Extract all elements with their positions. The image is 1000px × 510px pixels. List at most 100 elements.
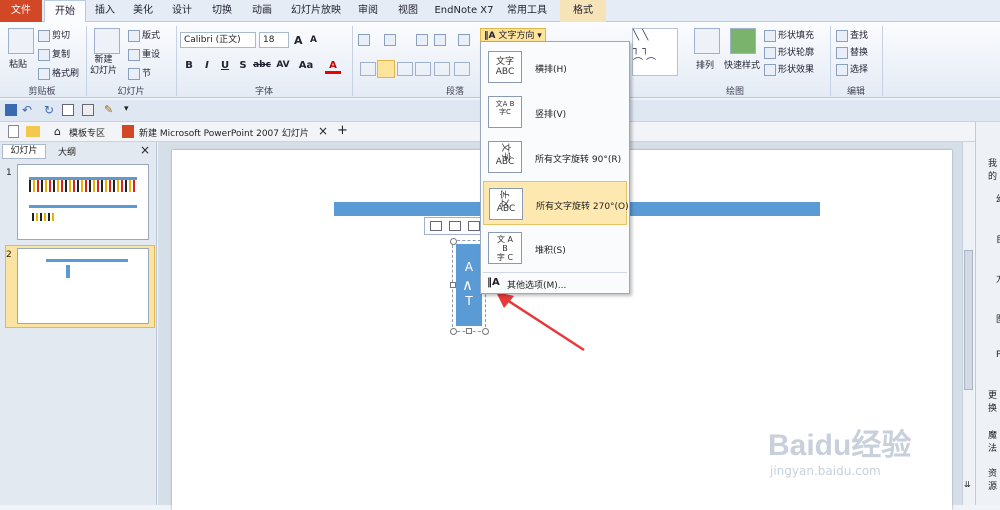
layout-icon: [128, 29, 140, 42]
bullets-button[interactable]: [358, 34, 372, 46]
distribute-button[interactable]: [434, 62, 450, 76]
vertical-scrollbar[interactable]: ⇊: [962, 142, 974, 505]
paste-button[interactable]: 粘贴: [9, 57, 27, 70]
shape-outline-button[interactable]: 形状轮廓: [764, 45, 814, 59]
print-icon[interactable]: [82, 104, 94, 116]
quick-styles-icon[interactable]: [730, 28, 756, 54]
page-down-icon[interactable]: ⇊: [964, 480, 971, 489]
group-label-slides: 幻灯片: [117, 87, 145, 97]
tab-design[interactable]: 设计: [166, 0, 198, 22]
add-tab-icon[interactable]: +: [337, 123, 348, 138]
tab-slideshow[interactable]: 幻灯片放映: [286, 0, 346, 22]
find-button[interactable]: 查找: [836, 28, 868, 42]
shape-fill-button[interactable]: 形状填充: [764, 28, 814, 42]
tab-home[interactable]: 开始: [44, 0, 86, 23]
arrange-button[interactable]: 排列: [696, 58, 714, 71]
bold-button[interactable]: B: [181, 60, 197, 74]
tab-format[interactable]: 格式: [560, 0, 606, 22]
copy-button[interactable]: 复制: [38, 47, 70, 61]
tab-transitions[interactable]: 切换: [206, 0, 238, 22]
reset-button[interactable]: 重设: [128, 47, 160, 61]
font-size-field[interactable]: 18: [259, 32, 289, 48]
change-case-button[interactable]: Aa: [298, 60, 314, 74]
format-painter-button[interactable]: 格式刷: [38, 66, 79, 80]
align-left-button[interactable]: [360, 62, 376, 76]
menu-item-stacked[interactable]: 文 A B字 C 堆积(S): [483, 226, 627, 270]
layout-button[interactable]: 版式: [128, 28, 160, 42]
new-slide-icon[interactable]: [94, 28, 120, 54]
menu-item-rotate-270[interactable]: 文字 ABC 所有文字旋转 270°(O): [483, 181, 629, 225]
folder-icon[interactable]: [26, 126, 40, 137]
replace-button[interactable]: 替换: [836, 45, 868, 59]
tab-review[interactable]: 审阅: [352, 0, 384, 22]
line-spacing-button[interactable]: [458, 34, 472, 46]
select-button[interactable]: 选择: [836, 62, 868, 76]
pane-label: 方: [996, 272, 1000, 285]
quick-styles-button[interactable]: 快速样式: [724, 58, 760, 71]
slideshow-icon[interactable]: [62, 104, 74, 116]
arrange-icon[interactable]: [694, 28, 720, 54]
grow-font-button[interactable]: A: [294, 34, 303, 47]
underline-button[interactable]: U: [217, 60, 233, 74]
shadow-button[interactable]: S: [235, 60, 251, 74]
new-slide-button[interactable]: 新建 幻灯片: [90, 55, 117, 77]
resize-handle[interactable]: [482, 328, 489, 335]
columns-button[interactable]: [454, 62, 470, 76]
close-icon[interactable]: ×: [318, 124, 328, 138]
scroll-thumb[interactable]: [964, 250, 973, 390]
group-label-editing: 编辑: [846, 87, 865, 97]
decrease-indent-button[interactable]: [416, 34, 430, 46]
tab-beautify[interactable]: 美化: [128, 0, 158, 22]
tab-tools[interactable]: 常用工具: [502, 0, 552, 22]
font-name-field[interactable]: Calibri (正文): [180, 32, 256, 48]
align-right-button[interactable]: [397, 62, 413, 76]
close-panel-icon[interactable]: ×: [140, 143, 150, 157]
font-color-button[interactable]: A: [325, 60, 341, 74]
undo-icon[interactable]: ↶: [22, 103, 32, 117]
align-icon[interactable]: [430, 221, 442, 231]
shape-effects-button[interactable]: 形状效果: [764, 62, 814, 76]
menu-item-rotate-90[interactable]: 文字 ABC 所有文字旋转 90°(R): [483, 135, 627, 179]
redo-icon[interactable]: ↻: [44, 103, 54, 117]
customize-qat-icon[interactable]: ▾: [124, 104, 129, 114]
slide-thumbnail-1[interactable]: [17, 164, 149, 240]
tab-animations[interactable]: 动画: [246, 0, 278, 22]
tab-insert[interactable]: 插入: [90, 0, 120, 22]
italic-button[interactable]: I: [199, 60, 215, 74]
numbering-button[interactable]: [384, 34, 398, 46]
shapes-gallery[interactable]: ╲ ╲ ┐ ┐ ⌒ ⌒: [632, 28, 678, 76]
stacked-text-icon: 文 A B字 C: [488, 232, 522, 264]
shape-outline-label: 形状轮廓: [778, 48, 815, 58]
menu-item-more-options[interactable]: ‖A 其他选项(M)...: [483, 275, 627, 292]
resize-handle[interactable]: [466, 328, 472, 334]
justify-button[interactable]: [415, 62, 431, 76]
cut-button[interactable]: 剪切: [38, 28, 70, 42]
paste-icon[interactable]: [8, 28, 34, 54]
template-tab[interactable]: 模板专区: [69, 126, 105, 139]
section-button[interactable]: 节: [128, 66, 151, 80]
slide-thumbnail-2[interactable]: [17, 248, 149, 324]
shrink-font-button[interactable]: A: [310, 35, 317, 45]
tab-file[interactable]: 文件: [0, 0, 42, 22]
brush-icon[interactable]: ✎: [104, 103, 113, 116]
increase-indent-button[interactable]: [434, 34, 448, 46]
new-doc-icon[interactable]: [8, 125, 19, 138]
resize-handle[interactable]: [450, 238, 457, 245]
thumb-bar: [46, 259, 128, 262]
align-center-button[interactable]: [377, 60, 395, 78]
menu-item-vertical[interactable]: 文A B 字C 竖排(V): [483, 90, 627, 134]
horizontal-text-icon: 文字 ABC: [488, 51, 522, 83]
document-tab[interactable]: 新建 Microsoft PowerPoint 2007 幻灯片: [139, 126, 309, 139]
align-icon[interactable]: [449, 221, 461, 231]
tab-slides[interactable]: 幻灯片: [2, 144, 46, 159]
tab-view[interactable]: 视图: [392, 0, 424, 22]
strikethrough-button[interactable]: abc: [252, 60, 272, 74]
save-icon[interactable]: [5, 104, 17, 116]
tab-outline[interactable]: 大纲: [58, 145, 76, 158]
resize-handle[interactable]: [450, 328, 457, 335]
menu-item-horizontal[interactable]: 文字 ABC 横排(H): [483, 45, 627, 89]
resize-handle[interactable]: [450, 282, 456, 288]
char-spacing-button[interactable]: AV: [274, 60, 292, 74]
tab-endnote[interactable]: EndNote X7: [432, 0, 496, 22]
align-icon[interactable]: [468, 221, 480, 231]
